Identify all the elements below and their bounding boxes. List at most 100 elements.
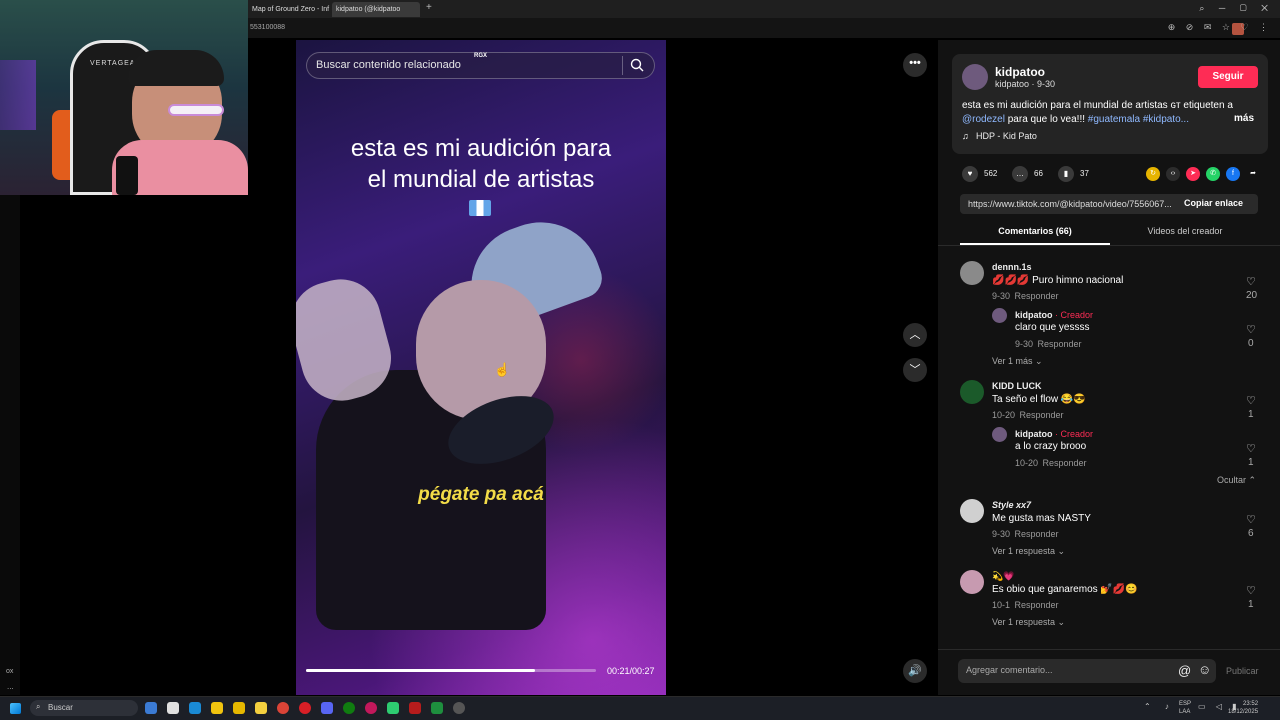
language-indicator[interactable]: ESP LAA — [1179, 700, 1191, 716]
chevron-up-icon: ︿ — [909, 329, 921, 341]
follow-button[interactable]: Seguir — [1198, 66, 1258, 88]
heart-icon[interactable]: ♥ — [962, 166, 978, 182]
more-link[interactable]: más — [1234, 113, 1254, 124]
share-arrow-icon[interactable]: ➦ — [1246, 167, 1260, 181]
post-description: esta es mi audición para el mundial de a… — [962, 99, 1258, 127]
new-tab-button[interactable]: + — [426, 2, 432, 13]
clock[interactable]: 23:52 18/12/2025 — [1228, 700, 1258, 716]
xbox-icon[interactable] — [343, 702, 355, 714]
comment-like-icon[interactable]: ♡ — [1246, 394, 1256, 407]
comment-author[interactable]: 💫💗 — [992, 571, 1014, 582]
author-name[interactable]: kidpatoo — [995, 65, 1045, 79]
comment-author[interactable]: dennn.1s — [992, 262, 1032, 272]
view-replies[interactable]: Ver 1 respuesta ⌄ — [992, 546, 1065, 557]
video-link[interactable]: https://www.tiktok.com/@kidpatoo/video/7… — [968, 199, 1180, 209]
reply-author[interactable]: kidpatoo · Creador — [1015, 310, 1093, 320]
repost-icon[interactable]: ↻ — [1146, 167, 1160, 181]
reply-avatar[interactable] — [992, 427, 1007, 442]
tab-comments[interactable]: Comentarios (66) — [960, 226, 1110, 236]
comment-like-icon[interactable]: ♡ — [1246, 513, 1256, 526]
comment-meta[interactable]: 9-30 Responder — [992, 529, 1059, 539]
taskbar-search-input[interactable]: Buscar — [48, 703, 73, 712]
mention-link[interactable]: @rodezel — [962, 114, 1005, 125]
next-video-button[interactable]: ﹀ — [903, 358, 927, 382]
discord-icon[interactable] — [321, 702, 333, 714]
reply-meta[interactable]: 10-20 Responder — [1015, 458, 1087, 468]
comment-author[interactable]: Style xx7 — [992, 500, 1031, 510]
author-avatar[interactable] — [962, 64, 988, 90]
search-icon[interactable] — [630, 58, 644, 72]
comment-meta[interactable]: 10-20 Responder — [992, 410, 1064, 420]
embed-icon[interactable]: ‹› — [1166, 167, 1180, 181]
clock-time: 23:52 — [1243, 701, 1259, 707]
taskbar-app-icon[interactable] — [255, 702, 267, 714]
comment-icon[interactable]: … — [1012, 166, 1028, 182]
hashtag-guatemala[interactable]: #guatemala — [1088, 114, 1140, 125]
send-icon[interactable]: ➤ — [1186, 167, 1200, 181]
related-search-input[interactable]: Buscar contenido relacionado — [316, 59, 461, 71]
comment-text: 💋💋💋 Puro himno nacional — [992, 275, 1124, 286]
taskbar-app-icon[interactable] — [409, 702, 421, 714]
tab-map-ground-zero[interactable]: Map of Ground Zero - Inf — [248, 2, 330, 17]
comment-meta[interactable]: 9-30 Responder — [992, 291, 1059, 301]
url-fragment[interactable]: 553100088 — [250, 24, 285, 31]
comment-author[interactable]: KIDD LUCK — [992, 381, 1042, 391]
comment-avatar[interactable] — [960, 499, 984, 523]
comment-meta[interactable]: 10-1 Responder — [992, 600, 1059, 610]
opera-icon[interactable] — [299, 702, 311, 714]
desc-gt: ɢᴛ — [1170, 100, 1181, 111]
tab-creator-videos[interactable]: Videos del creador — [1110, 226, 1260, 236]
author-subtitle: kidpatoo · 9-30 — [995, 79, 1056, 89]
hashtag-kidpato[interactable]: #kidpato... — [1143, 114, 1189, 125]
post-comment-button[interactable]: Publicar — [1226, 666, 1259, 676]
windows-start-icon[interactable] — [10, 703, 21, 714]
previous-video-button[interactable]: ︿ — [903, 323, 927, 347]
taskbar-app-icon[interactable] — [233, 702, 245, 714]
taskbar-app-icon[interactable] — [365, 702, 377, 714]
copy-link-button[interactable]: Copiar enlace — [1184, 198, 1243, 208]
reply-author[interactable]: kidpatoo · Creador — [1015, 429, 1093, 439]
tab-kidpatoo[interactable]: kidpatoo (@kidpatoo — [332, 2, 420, 17]
taskbar-app-icon[interactable] — [167, 702, 179, 714]
volume-button[interactable]: 🔊 — [903, 659, 927, 683]
window-controls[interactable]: ⌕ ─ ▢ ✕ — [1199, 3, 1274, 14]
whatsapp-icon[interactable]: ✆ — [1206, 167, 1220, 181]
reply-like-icon[interactable]: ♡ — [1246, 323, 1256, 336]
comment-like-icon[interactable]: ♡ — [1246, 584, 1256, 597]
view-replies[interactable]: Ver 1 respuesta ⌄ — [992, 617, 1065, 628]
reply-avatar[interactable] — [992, 308, 1007, 323]
left-panel-dots[interactable]: ... — [7, 682, 14, 691]
facebook-icon[interactable]: f — [1226, 167, 1240, 181]
system-tray-icons[interactable]: ⌃ ♪ — [1144, 702, 1175, 711]
reply-meta[interactable]: 9-30 Responder — [1015, 339, 1082, 349]
bookmark-icon[interactable]: ▮ — [1058, 166, 1074, 182]
taskbar-app-icon[interactable] — [189, 702, 201, 714]
comment-text: Ta seño el flow 😂😎 — [992, 394, 1086, 405]
taskbar-app-icon[interactable] — [145, 702, 157, 714]
taskbar-search-box[interactable] — [30, 700, 138, 716]
comment-like-icon[interactable]: ♡ — [1246, 275, 1256, 288]
guatemala-flag-icon — [469, 200, 491, 216]
emoji-icon[interactable]: ☺ — [1198, 662, 1211, 677]
address-bar — [248, 18, 1280, 38]
taskbar-app-icon[interactable] — [387, 702, 399, 714]
comment-avatar[interactable] — [960, 380, 984, 404]
view-more-replies[interactable]: Ver 1 más ⌄ — [992, 356, 1043, 367]
extension-icons[interactable]: ⊕ ⊘ ✉ ☆ ♡ ⋮ — [1168, 22, 1272, 33]
speaker-icon: 🔊 — [908, 665, 922, 677]
reply-like-icon[interactable]: ♡ — [1246, 442, 1256, 455]
music-title[interactable]: HDP - Kid Pato — [976, 131, 1037, 141]
chrome-icon[interactable] — [277, 702, 289, 714]
video-caption: esta es mi audición para el mundial de a… — [296, 133, 666, 195]
clock-date: 18/12/2025 — [1228, 709, 1259, 715]
more-options-button[interactable]: ••• — [903, 53, 927, 77]
taskbar-app-icon[interactable] — [431, 702, 443, 714]
comment-avatar[interactable] — [960, 570, 984, 594]
hide-replies[interactable]: Ocultar ⌃ — [1217, 475, 1256, 486]
comment-input[interactable]: Agregar comentario... — [966, 665, 1053, 675]
taskbar-app-icon[interactable] — [211, 702, 223, 714]
microphone — [116, 156, 138, 195]
mention-icon[interactable]: @ — [1178, 663, 1191, 678]
taskbar-app-icon[interactable] — [453, 702, 465, 714]
comment-avatar[interactable] — [960, 261, 984, 285]
